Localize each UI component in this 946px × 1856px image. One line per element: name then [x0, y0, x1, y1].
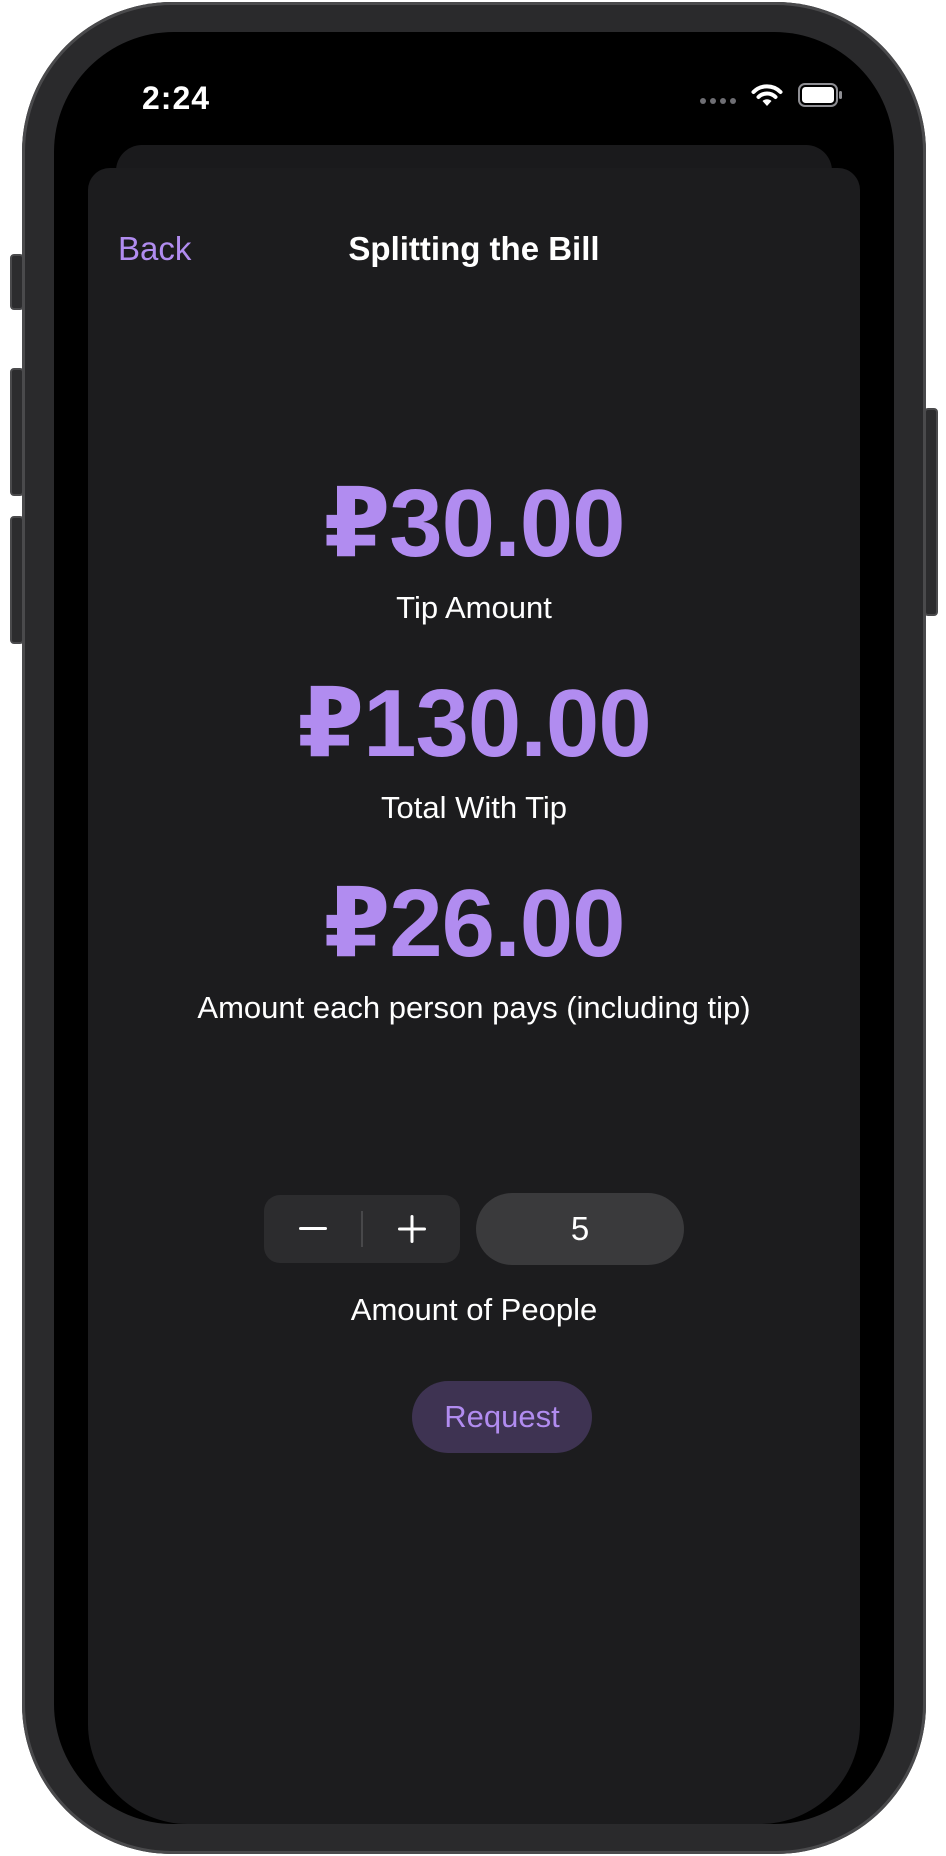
- people-stepper: [264, 1195, 460, 1263]
- back-button[interactable]: Back: [118, 230, 191, 268]
- total-with-tip-label: Total With Tip: [380, 790, 568, 825]
- plus-icon: [397, 1215, 426, 1243]
- minus-icon: [298, 1227, 327, 1230]
- per-person-block: ₽26.00 Amount each person pays (includin…: [88, 876, 860, 1026]
- phone-frame: 2:24 Splitting the Bill Back ₽30.00 Tip …: [10, 2, 938, 1854]
- request-button[interactable]: Request: [412, 1381, 592, 1453]
- wifi-icon: [751, 84, 783, 106]
- volume-down-button: [10, 516, 24, 644]
- decrement-button[interactable]: [264, 1195, 361, 1263]
- tip-amount-value: ₽30.00: [323, 470, 625, 577]
- people-count-field[interactable]: 5: [476, 1193, 684, 1265]
- increment-button[interactable]: [363, 1195, 460, 1263]
- total-with-tip-value: ₽130.00: [297, 670, 651, 777]
- volume-up-button: [10, 368, 24, 496]
- status-bar: 2:24: [54, 32, 894, 152]
- status-time: 2:24: [142, 80, 211, 116]
- status-icons: [700, 82, 844, 108]
- total-with-tip-block: ₽130.00 Total With Tip: [88, 676, 860, 826]
- per-person-value: ₽26.00: [323, 870, 625, 977]
- battery-icon: [798, 83, 842, 107]
- tip-amount-label: Tip Amount: [396, 590, 552, 625]
- per-person-label: Amount each person pays (including tip): [197, 990, 751, 1025]
- page-title: Splitting the Bill: [348, 230, 600, 267]
- power-button: [924, 408, 938, 616]
- cellular-signal-icon: [700, 98, 736, 104]
- people-stepper-row: 5: [88, 1193, 860, 1265]
- split-bill-sheet: Splitting the Bill Back ₽30.00 Tip Amoun…: [88, 168, 860, 1824]
- screen: 2:24 Splitting the Bill Back ₽30.00 Tip …: [54, 32, 894, 1824]
- tip-amount-block: ₽30.00 Tip Amount: [88, 476, 860, 626]
- silent-switch: [10, 254, 24, 310]
- people-count-label: Amount of People: [350, 1292, 598, 1327]
